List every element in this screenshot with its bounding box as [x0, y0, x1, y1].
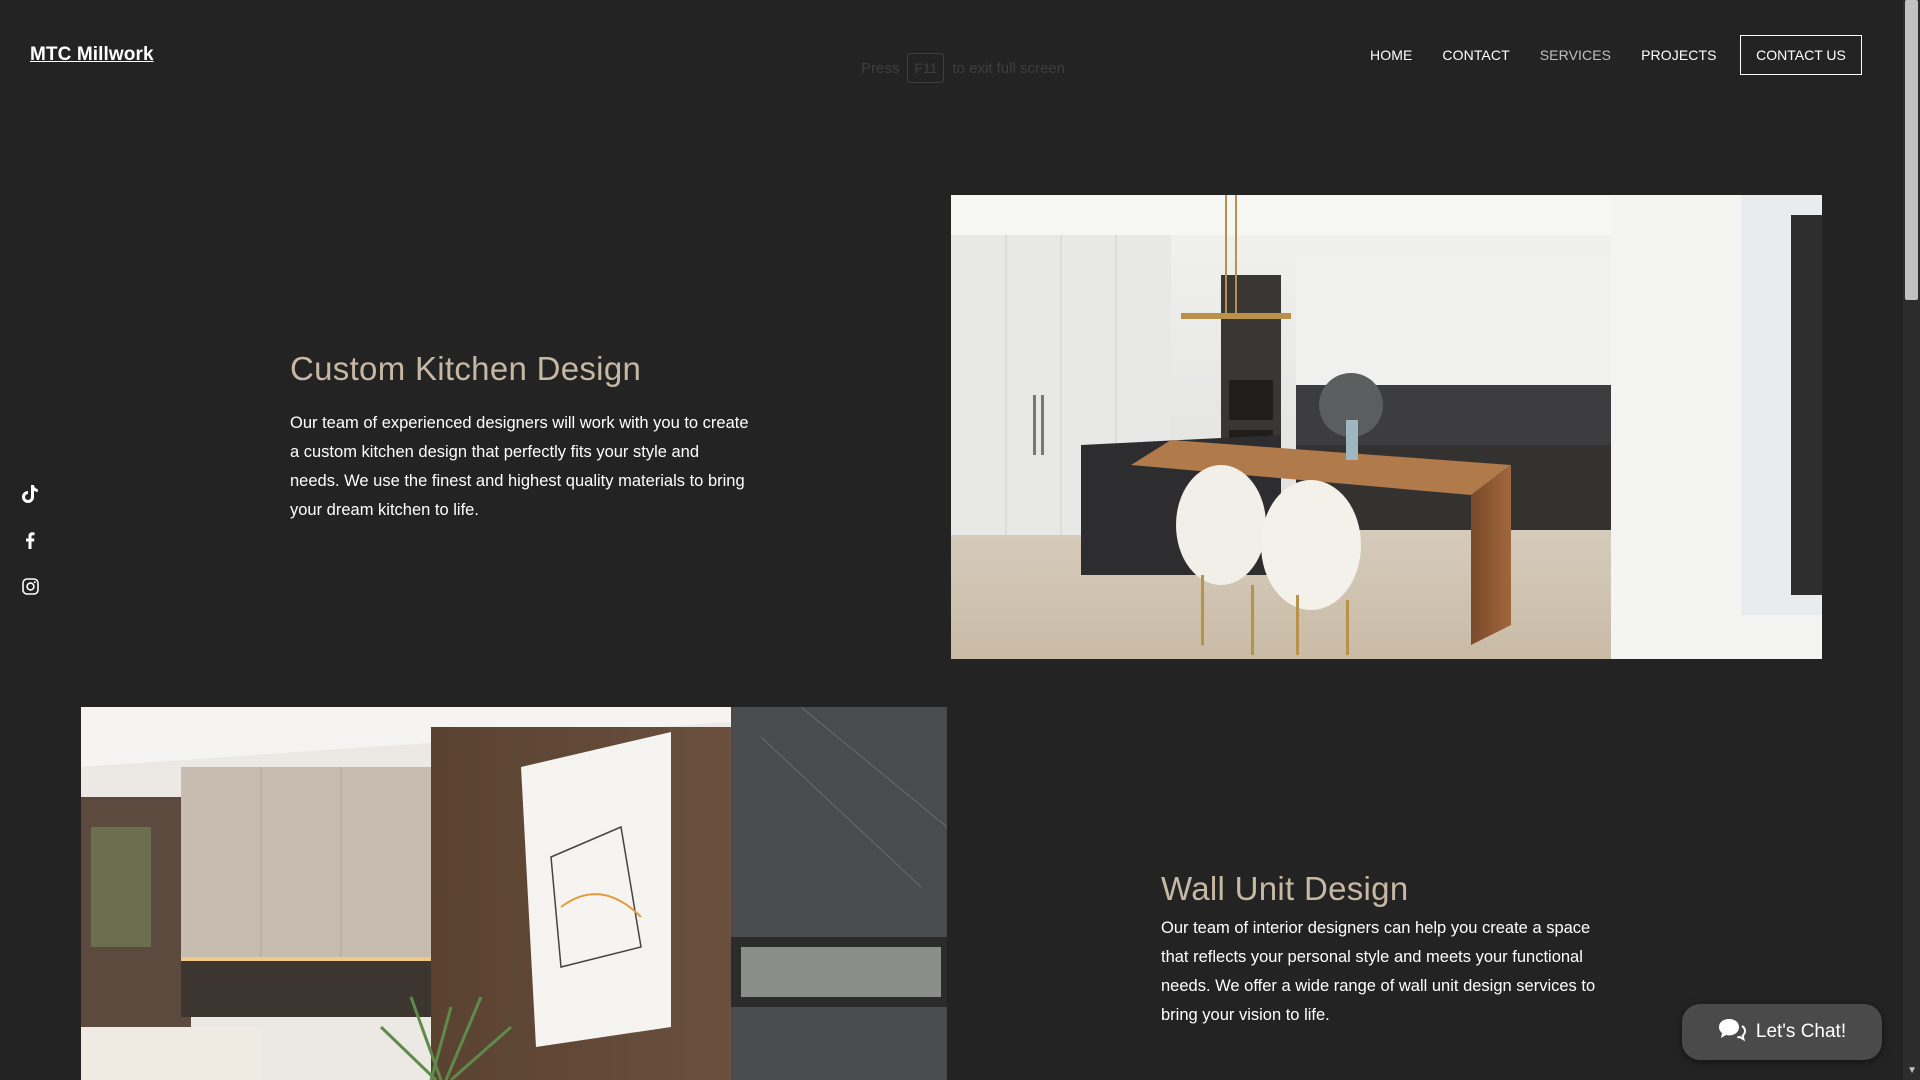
- wall-unit-section-title: Wall Unit Design: [1161, 870, 1409, 907]
- nav-contact[interactable]: CONTACT: [1442, 47, 1509, 63]
- site-logo[interactable]: MTC Millwork: [30, 44, 154, 66]
- social-bar: [20, 484, 40, 596]
- chat-bubble-icon: [1718, 1017, 1746, 1047]
- nav-projects[interactable]: PROJECTS: [1641, 47, 1716, 63]
- kitchen-section-body: Our team of experienced designers will w…: [290, 414, 749, 519]
- page-scrollbar[interactable]: ▼: [1903, 0, 1920, 1080]
- nav-home[interactable]: HOME: [1370, 47, 1412, 63]
- fullscreen-hint: Press F11 to exit full screen: [861, 53, 1065, 83]
- main-nav: HOME CONTACT SERVICES PROJECTS: [1370, 47, 1747, 63]
- scroll-thumb[interactable]: [1905, 0, 1918, 300]
- chat-button[interactable]: Let's Chat!: [1682, 1004, 1882, 1060]
- kitchen-section-title: Custom Kitchen Design: [290, 350, 642, 387]
- nav-services[interactable]: SERVICES: [1540, 47, 1611, 63]
- facebook-icon[interactable]: [20, 530, 40, 550]
- tiktok-icon[interactable]: [20, 484, 40, 504]
- instagram-icon[interactable]: [20, 576, 40, 596]
- chat-label: Let's Chat!: [1755, 1021, 1847, 1042]
- contact-us-button[interactable]: CONTACT US: [1740, 35, 1862, 75]
- fullscreen-hint-press: Press: [861, 59, 900, 77]
- kitchen-photo: [951, 195, 1822, 659]
- wall-unit-section-body: Our team of interior designers can help …: [1161, 919, 1596, 1024]
- fullscreen-hint-text: to exit full screen: [952, 59, 1065, 77]
- wall-unit-photo: [81, 707, 947, 1080]
- scroll-down-arrow-icon[interactable]: ▼: [1907, 1065, 1917, 1076]
- fullscreen-hint-key: F11: [907, 53, 945, 83]
